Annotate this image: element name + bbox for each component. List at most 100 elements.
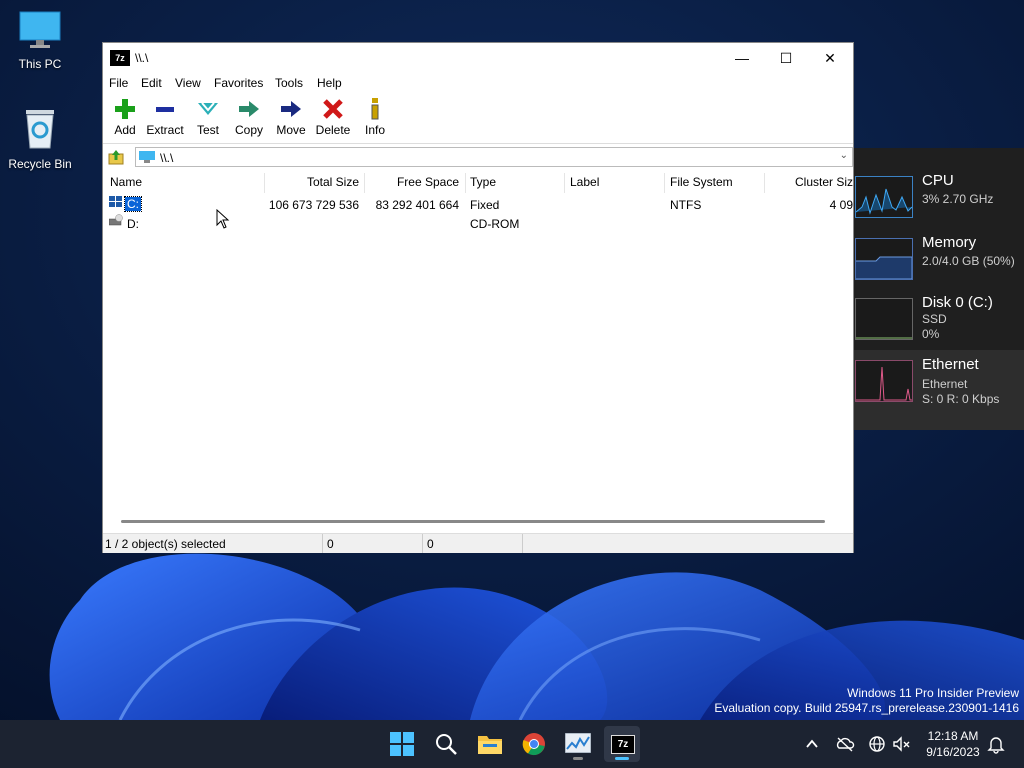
desktop-icon-label: This PC — [18, 57, 62, 71]
tool-label: Test — [196, 123, 219, 137]
onedrive-icon[interactable] — [835, 734, 855, 754]
tool-label: Info — [364, 123, 385, 137]
menu-edit[interactable]: Edit — [141, 76, 162, 90]
memory-graph — [855, 238, 913, 280]
window-title: \\.\ — [135, 51, 149, 65]
task-manager-icon — [565, 733, 591, 753]
column-header-total-size[interactable]: Total Size — [265, 175, 359, 193]
task-manager-performance-panel: CPU 3% 2.70 GHz Memory 2.0/4.0 GB (50%) … — [853, 148, 1024, 430]
menu-favorites[interactable]: Favorites — [214, 76, 263, 90]
desktop-icon-label: Recycle Bin — [8, 157, 72, 171]
perf-item-disk[interactable]: Disk 0 (C:) SSD 0% — [853, 290, 1024, 350]
folder-icon — [478, 736, 502, 754]
cell-type: Fixed — [470, 198, 500, 212]
column-header-file-system[interactable]: File System — [670, 175, 733, 193]
taskbar: 7z 12:18 AM 9/16/2023 — [0, 720, 1024, 768]
ethernet-graph — [855, 360, 913, 402]
notification-bell-icon[interactable] — [986, 734, 1006, 754]
address-input[interactable]: \\.\ ⌄ — [135, 147, 853, 167]
column-header-name[interactable]: Name — [110, 175, 142, 193]
menu-file[interactable]: File — [109, 76, 128, 90]
minus-icon — [156, 107, 174, 112]
address-bar: \\.\ ⌄ — [103, 145, 853, 169]
status-packed: 0 — [427, 537, 434, 551]
cell-name[interactable]: D: — [127, 217, 139, 231]
tool-label: Extract — [146, 123, 184, 137]
minimize-button[interactable]: — — [719, 43, 765, 73]
up-folder-icon[interactable] — [108, 149, 124, 165]
perf-title: Ethernet — [922, 356, 979, 373]
extract-button[interactable]: Extract — [143, 97, 187, 137]
delete-button[interactable]: Delete — [311, 97, 355, 137]
7zip-app-icon: 7z — [110, 50, 130, 66]
cell-name[interactable]: C: — [124, 196, 142, 212]
move-arrow-icon — [281, 101, 301, 117]
status-divider — [522, 534, 523, 553]
toolbar: Add Extract Test Copy Move Delete Info — [103, 95, 853, 144]
test-button[interactable]: Test — [186, 97, 230, 137]
title-bar[interactable]: 7z \\.\ — ☐ ✕ — [103, 43, 853, 73]
volume-muted-icon[interactable] — [892, 734, 912, 754]
recycle-bin-icon — [26, 110, 54, 149]
desktop-icon-this-pc[interactable]: This PC — [0, 10, 80, 71]
menu-help[interactable]: Help — [317, 76, 342, 90]
status-bar: 1 / 2 object(s) selected 0 0 — [103, 533, 853, 553]
perf-sub: SSD — [922, 312, 947, 326]
watermark-line: Evaluation copy. Build 25947.rs_prerelea… — [714, 701, 1019, 715]
clock-time: 12:18 AM — [927, 729, 979, 743]
cpu-graph — [855, 176, 913, 218]
perf-title: CPU — [922, 172, 954, 189]
cell-total-size: 106 673 729 536 — [268, 198, 359, 212]
tool-label: Add — [114, 123, 136, 137]
column-divider[interactable] — [564, 173, 565, 193]
column-header-label[interactable]: Label — [570, 175, 599, 193]
7zip-file-manager-window: 7z \\.\ — ☐ ✕ File Edit View Favorites T… — [102, 42, 854, 553]
maximize-button[interactable]: ☐ — [763, 43, 809, 73]
monitor-icon — [19, 11, 61, 48]
move-button[interactable]: Move — [269, 97, 313, 137]
column-header-free-space[interactable]: Free Space — [365, 175, 459, 193]
chevron-down-icon[interactable]: ⌄ — [840, 150, 848, 161]
windows-logo-icon — [390, 732, 414, 756]
close-button[interactable]: ✕ — [807, 43, 853, 73]
column-header-cluster-size[interactable]: Cluster Siz — [765, 175, 853, 193]
perf-title: Disk 0 (C:) — [922, 294, 993, 311]
perf-item-memory[interactable]: Memory 2.0/4.0 GB (50%) — [853, 230, 1024, 290]
clock[interactable]: 12:18 AM 9/16/2023 — [918, 728, 988, 760]
menu-tools[interactable]: Tools — [275, 76, 303, 90]
running-indicator — [573, 757, 583, 760]
info-icon — [371, 98, 379, 120]
x-icon — [323, 99, 343, 119]
perf-item-ethernet[interactable]: Ethernet Ethernet S: 0 R: 0 Kbps — [853, 350, 1024, 430]
horizontal-scrollbar[interactable] — [121, 520, 825, 523]
perf-sub: 0% — [922, 327, 940, 341]
start-button[interactable] — [384, 726, 420, 762]
status-divider — [322, 534, 323, 553]
7zip-taskbar-button[interactable]: 7z — [604, 726, 640, 762]
active-indicator — [615, 757, 629, 760]
globe-icon[interactable] — [867, 734, 887, 754]
desktop-icon-recycle-bin[interactable]: Recycle Bin — [0, 106, 80, 171]
cell-cluster-size: 4 09 — [829, 198, 853, 212]
file-explorer-button[interactable] — [472, 726, 508, 762]
menu-view[interactable]: View — [175, 76, 201, 90]
task-manager-button[interactable] — [560, 726, 596, 762]
file-list: Name Total Size Free Space Type Label Fi… — [103, 171, 853, 529]
add-button[interactable]: Add — [103, 97, 147, 137]
perf-sub: 3% 2.70 GHz — [922, 192, 994, 206]
perf-item-cpu[interactable]: CPU 3% 2.70 GHz — [853, 168, 1024, 228]
copy-button[interactable]: Copy — [227, 97, 271, 137]
search-icon — [436, 734, 457, 755]
column-header-type[interactable]: Type — [470, 175, 496, 193]
check-icon — [198, 102, 218, 115]
tool-label: Move — [276, 123, 306, 137]
column-divider[interactable] — [465, 173, 466, 193]
perf-sub: S: 0 R: 0 Kbps — [922, 392, 1000, 406]
tool-label: Copy — [234, 123, 263, 137]
info-button[interactable]: Info — [353, 97, 397, 137]
chevron-up-icon[interactable] — [802, 734, 822, 754]
column-divider[interactable] — [664, 173, 665, 193]
address-text: \\.\ — [160, 151, 174, 165]
chrome-button[interactable] — [516, 726, 552, 762]
search-button[interactable] — [428, 726, 464, 762]
